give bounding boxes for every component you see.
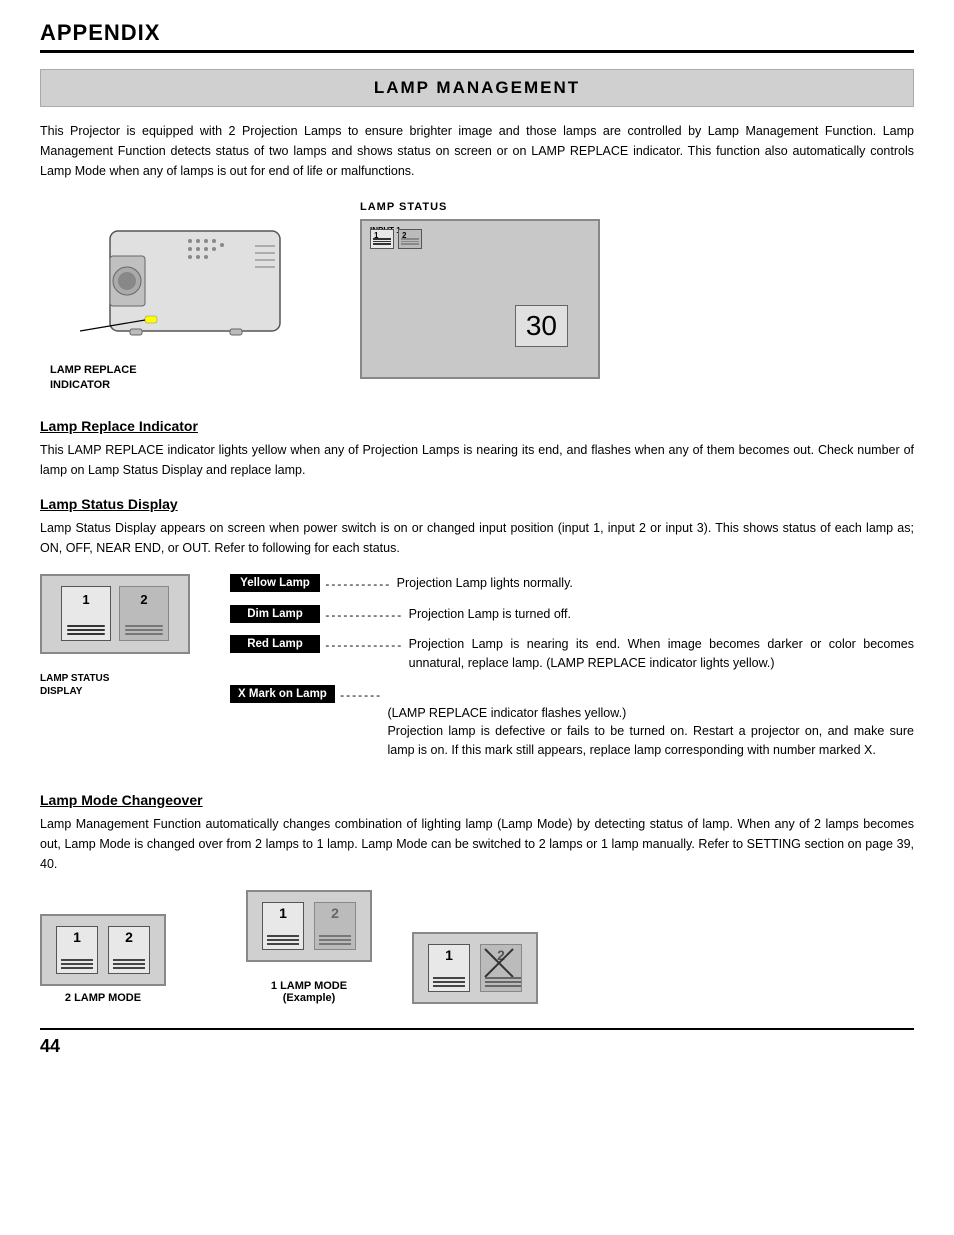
xmark-lamp-mode-item: 1 2	[412, 932, 538, 1004]
lamp-status-display-label: LAMP STATUS DISPLAY	[40, 659, 200, 698]
xmark-lamp-lamp2: 2	[480, 944, 522, 992]
lamp-number-display: 30	[515, 305, 568, 347]
lamp-status-section: 1 2 LAMP S	[40, 574, 914, 772]
intro-text: This Projector is equipped with 2 Projec…	[40, 121, 914, 181]
lamp-status-left: 1 2 LAMP S	[40, 574, 200, 698]
lamp-num-1: 1	[82, 592, 89, 607]
projector-svg	[70, 201, 320, 359]
lamp-indicators-top: 1 2	[370, 229, 422, 249]
dim-lamp-dashes: -------------	[320, 605, 409, 622]
lamp-display-box: 1 2	[40, 574, 190, 654]
lamp-mode-text: Lamp Management Function automatically c…	[40, 814, 914, 874]
one-lamp-label: 1 LAMP MODE (Example)	[271, 968, 347, 1004]
lamp-mode-title: Lamp Mode Changeover	[40, 792, 914, 808]
xmark-lamp-box: 1 2	[412, 932, 538, 1004]
two-lamp-lamp2: 2	[108, 926, 150, 974]
diagram-row: LAMP REPLACE INDICATOR LAMP STATUS INPUT…	[40, 201, 914, 394]
xmark-lamp-badge: X Mark on Lamp	[230, 685, 335, 703]
one-lamp-lamp2: 2	[314, 902, 356, 950]
lamp-status-display-title: Lamp Status Display	[40, 496, 914, 512]
lamp-row-dim: Dim Lamp ------------- Projection Lamp i…	[230, 605, 914, 624]
two-lamp-lamp1: 1	[56, 926, 98, 974]
lamp-replace-indicator-section: Lamp Replace Indicator This LAMP REPLACE…	[40, 418, 914, 480]
yellow-lamp-dashes: -----------	[320, 574, 397, 591]
dim-lamp-desc: Projection Lamp is turned off.	[409, 605, 571, 624]
projector-diagram: LAMP REPLACE INDICATOR	[40, 201, 320, 394]
lamp-status-top-label: LAMP STATUS	[360, 201, 914, 213]
lamp-row-yellow: Yellow Lamp ----------- Projection Lamp …	[230, 574, 914, 593]
yellow-lamp-desc: Projection Lamp lights normally.	[397, 574, 573, 593]
xmark-lamp-lamp1: 1	[428, 944, 470, 992]
lamp-num-2: 2	[140, 592, 147, 607]
lamp-replace-label: LAMP REPLACE INDICATOR	[50, 363, 137, 394]
projector-image	[70, 201, 300, 356]
one-lamp-mode-item: 1 2 1 LAMP MODE (Ex	[246, 890, 372, 1004]
red-lamp-dashes: -------------	[320, 635, 409, 652]
lamp-row-xmark: X Mark on Lamp ------- (LAMP REPLACE ind…	[230, 685, 914, 760]
header-section: APPENDIX	[40, 20, 914, 53]
lamp-mode-diagrams: 1 2 2 LAMP MODE	[40, 890, 914, 1004]
lamp-replace-indicator-title: Lamp Replace Indicator	[40, 418, 914, 434]
two-lamp-mode-item: 1 2 2 LAMP MODE	[40, 914, 166, 1004]
two-lamp-box: 1 2	[40, 914, 166, 986]
dim-lamp-badge: Dim Lamp	[230, 605, 320, 623]
lamp-box-1: 1	[61, 586, 111, 641]
lamp-indicator-2: 2	[398, 229, 422, 249]
page-number: 44	[40, 1028, 914, 1057]
two-lamp-label: 2 LAMP MODE	[65, 992, 141, 1004]
lamp-status-display-section: Lamp Status Display Lamp Status Display …	[40, 496, 914, 772]
xmark-lamp-dashes: -------	[335, 685, 388, 702]
lamp-status-diagram: LAMP STATUS INPUT 1 1 2	[360, 201, 914, 379]
appendix-title: APPENDIX	[40, 20, 160, 45]
lamp-status-display-text: Lamp Status Display appears on screen wh…	[40, 518, 914, 558]
yellow-lamp-badge: Yellow Lamp	[230, 574, 320, 592]
lamp-replace-indicator-text: This LAMP REPLACE indicator lights yello…	[40, 440, 914, 480]
red-lamp-desc: Projection Lamp is nearing its end. When…	[409, 635, 914, 673]
lamp-box-2: 2	[119, 586, 169, 641]
lamp-mode-section: Lamp Mode Changeover Lamp Management Fun…	[40, 792, 914, 1004]
one-lamp-box: 1 2	[246, 890, 372, 962]
one-lamp-lamp1: 1	[262, 902, 304, 950]
lamp-row-red: Red Lamp ------------- Projection Lamp i…	[230, 635, 914, 673]
lamp-status-screen: INPUT 1 1 2	[360, 219, 600, 379]
lamp-status-right: Yellow Lamp ----------- Projection Lamp …	[230, 574, 914, 772]
lamp-indicator-1: 1	[370, 229, 394, 249]
section-title: LAMP MANAGEMENT	[40, 69, 914, 107]
xmark-lamp-desc: (LAMP REPLACE indicator flashes yellow.)…	[387, 685, 914, 760]
red-lamp-badge: Red Lamp	[230, 635, 320, 653]
